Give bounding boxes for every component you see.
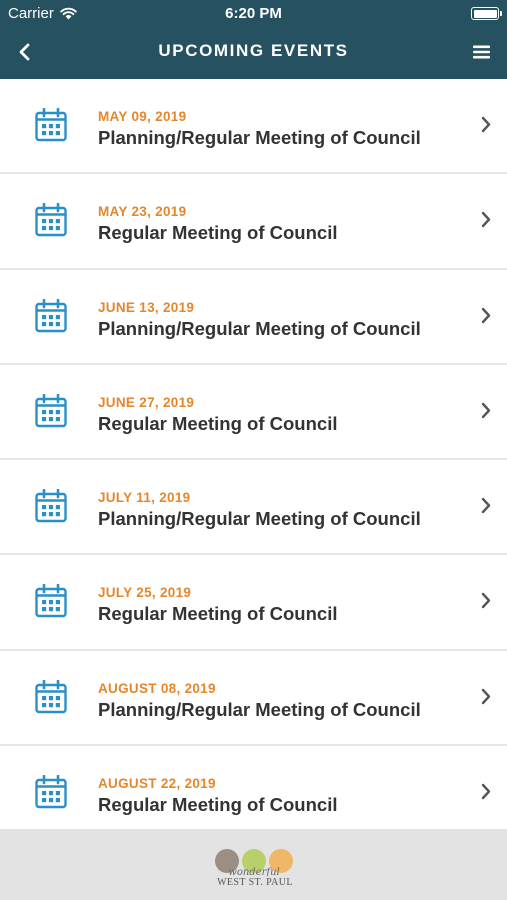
event-title: Planning/Regular Meeting of Council xyxy=(98,698,421,720)
event-date: JULY 11, 2019 xyxy=(98,490,191,505)
calendar-icon xyxy=(35,393,67,427)
calendar-icon xyxy=(35,203,67,237)
calendar-icon xyxy=(35,108,67,142)
event-date: AUGUST 22, 2019 xyxy=(98,775,216,791)
chevron-right-icon xyxy=(481,212,491,228)
city-logo: wonderful WEST ST. PAUL xyxy=(212,846,298,890)
chevron-right-icon xyxy=(481,688,491,704)
event-date: AUGUST 08, 2019 xyxy=(98,680,216,696)
footer: wonderful WEST ST. PAUL xyxy=(0,829,507,900)
event-date: JULY 25, 2019 xyxy=(98,585,192,601)
page-title: UPCOMING EVENTS xyxy=(158,41,349,60)
status-time: 6:20 PM xyxy=(225,5,282,22)
event-date: MAY 09, 2019 xyxy=(98,109,187,124)
event-title: Regular Meeting of Council xyxy=(98,222,338,244)
event-row[interactable]: MAY 23, 2019 Regular Meeting of Council xyxy=(0,174,507,270)
battery-icon xyxy=(471,7,502,20)
event-date: MAY 23, 2019 xyxy=(98,204,187,220)
menu-button[interactable] xyxy=(467,38,495,66)
calendar-icon xyxy=(35,489,67,523)
event-title: Planning/Regular Meeting of Council xyxy=(98,508,421,529)
calendar-icon xyxy=(35,584,67,618)
chevron-right-icon xyxy=(481,402,491,418)
chevron-right-icon xyxy=(481,783,491,799)
event-title: Regular Meeting of Council xyxy=(98,412,338,434)
hamburger-menu-icon xyxy=(472,45,490,59)
logo-script: wonderful xyxy=(228,867,279,876)
event-row[interactable]: JUNE 13, 2019 Planning/Regular Meeting o… xyxy=(0,269,507,365)
calendar-icon xyxy=(35,298,67,332)
calendar-icon xyxy=(35,679,67,713)
event-title: Regular Meeting of Council xyxy=(98,603,338,625)
event-title: Planning/Regular Meeting of Council xyxy=(98,127,421,148)
status-bar: Carrier 6:20 PM xyxy=(0,0,507,28)
chevron-right-icon xyxy=(481,593,491,609)
event-row[interactable]: JULY 25, 2019 Regular Meeting of Council xyxy=(0,555,507,651)
app-header: Carrier 6:20 PM UPCOMING EVENTS xyxy=(0,0,507,79)
event-date: JUNE 13, 2019 xyxy=(98,299,195,315)
event-title: Regular Meeting of Council xyxy=(98,793,338,815)
events-list: MAY 09, 2019 Planning/Regular Meeting of… xyxy=(0,79,507,841)
event-row[interactable]: AUGUST 08, 2019 Planning/Regular Meeting… xyxy=(0,650,507,746)
logo-emblem: wonderful xyxy=(215,849,293,878)
event-date: JUNE 27, 2019 xyxy=(98,394,195,410)
logo-wordmark: WEST ST. PAUL xyxy=(217,877,293,888)
calendar-icon xyxy=(35,774,67,808)
chevron-right-icon xyxy=(481,307,491,323)
chevron-right-icon xyxy=(481,497,491,514)
event-row[interactable]: MAY 09, 2019 Planning/Regular Meeting of… xyxy=(0,79,507,175)
chevron-right-icon xyxy=(481,116,491,133)
event-title: Planning/Regular Meeting of Council xyxy=(98,317,421,339)
nav-bar: UPCOMING EVENTS xyxy=(0,28,507,79)
event-row[interactable]: JUNE 27, 2019 Regular Meeting of Council xyxy=(0,364,507,460)
event-row[interactable]: JULY 11, 2019 Planning/Regular Meeting o… xyxy=(0,460,507,556)
event-row[interactable]: AUGUST 22, 2019 Regular Meeting of Counc… xyxy=(0,745,507,841)
